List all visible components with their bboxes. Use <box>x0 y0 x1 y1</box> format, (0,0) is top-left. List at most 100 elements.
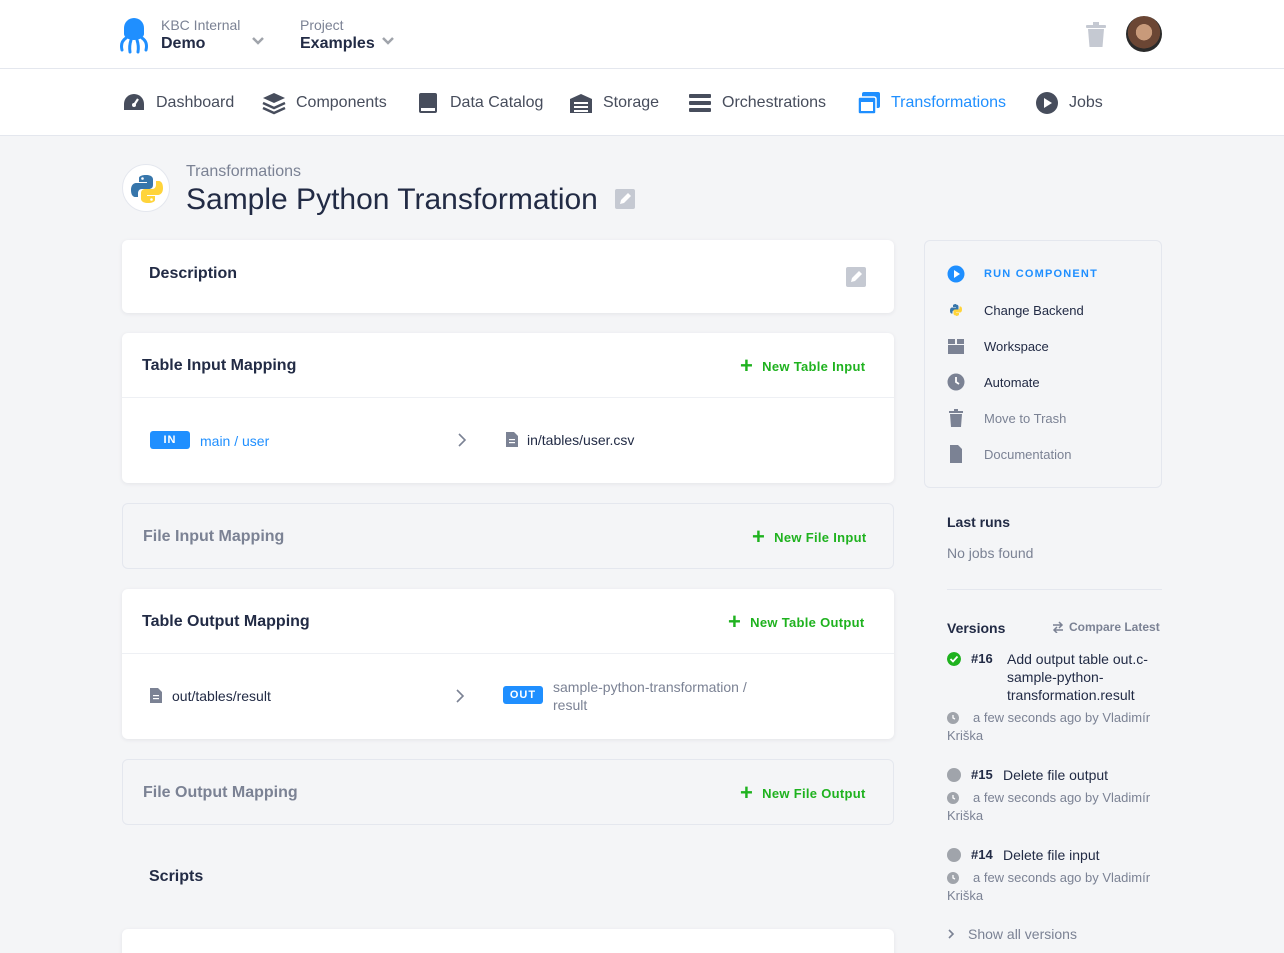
status-dot <box>947 768 961 782</box>
change-backend-label: Change Backend <box>984 302 1084 318</box>
documentation-label: Documentation <box>984 446 1072 462</box>
python-icon <box>950 304 962 316</box>
file-icon <box>150 688 162 703</box>
nav-label: Dashboard <box>156 94 235 111</box>
org-label: KBC Internal <box>161 17 241 33</box>
file-output-mapping-card: File Output Mapping + New File Output <box>122 759 894 825</box>
nav-label: Data Catalog <box>450 94 544 111</box>
trash-icon[interactable] <box>1085 22 1107 48</box>
run-component-label: RUN COMPONENT <box>984 268 1098 280</box>
org-name: Demo <box>161 35 206 52</box>
nav-label: Jobs <box>1069 94 1103 111</box>
clock-icon <box>947 712 959 724</box>
chevron-right-icon <box>456 689 465 703</box>
check-circle-icon <box>947 652 961 666</box>
version-desc: Delete file input <box>1003 847 1100 863</box>
workspace-button[interactable]: Workspace <box>947 337 1049 355</box>
warehouse-icon <box>570 94 592 113</box>
breadcrumb[interactable]: Transformations <box>186 163 301 181</box>
actions-panel: RUN COMPONENT Change Backend Workspace A… <box>924 240 1162 488</box>
move-to-trash-button[interactable]: Move to Trash <box>947 409 1066 427</box>
clock-icon <box>947 373 965 391</box>
nav-data-catalog[interactable]: Data Catalog <box>416 91 543 115</box>
divider <box>947 589 1162 590</box>
compare-latest-button[interactable]: Compare Latest <box>1052 620 1160 634</box>
chevron-down-icon[interactable] <box>381 34 395 48</box>
nav-transformations[interactable]: Transformations <box>857 91 1006 115</box>
table-output-mapping-card: Table Output Mapping + New Table Output … <box>122 589 894 739</box>
input-source-link[interactable]: main / user <box>200 433 269 449</box>
file-icon <box>950 445 962 463</box>
version-meta: a few seconds ago by Vladimír <box>973 870 1151 885</box>
run-component-button[interactable]: RUN COMPONENT <box>947 265 1098 283</box>
version-desc: transformation.result <box>1007 687 1135 703</box>
table-input-title: Table Input Mapping <box>142 357 297 374</box>
clock-icon <box>947 792 959 804</box>
version-number: #16 <box>971 651 993 666</box>
window-icon <box>857 92 880 115</box>
avatar[interactable] <box>1126 16 1162 52</box>
show-all-versions-link[interactable]: Show all versions <box>947 926 1077 942</box>
chevron-down-icon[interactable] <box>251 34 265 48</box>
nav-label: Orchestrations <box>722 94 827 111</box>
in-badge: IN <box>150 431 190 449</box>
nav-dashboard[interactable]: Dashboard <box>122 91 234 115</box>
project-label: Project <box>300 17 344 33</box>
page-title: Sample Python Transformation <box>186 183 598 216</box>
file-input-mapping-card: File Input Mapping + New File Input <box>122 503 894 569</box>
new-table-input-label: New Table Input <box>762 358 866 374</box>
last-runs-title: Last runs <box>947 514 1011 530</box>
scripts-card <box>122 929 894 953</box>
nav-orchestrations[interactable]: Orchestrations <box>688 91 826 115</box>
description-card: Description <box>122 240 894 313</box>
project-selector[interactable]: Project Examples <box>300 16 375 54</box>
chevron-right-icon <box>948 929 955 939</box>
nav-components[interactable]: Components <box>262 91 387 115</box>
trash-icon <box>949 409 963 427</box>
nav-storage[interactable]: Storage <box>569 91 659 115</box>
description-title: Description <box>149 265 238 282</box>
new-file-input-button[interactable]: + New File Input <box>752 526 866 548</box>
python-logo-icon <box>122 164 170 212</box>
file-icon <box>506 432 518 447</box>
last-runs-empty: No jobs found <box>947 545 1034 561</box>
new-file-output-button[interactable]: + New File Output <box>740 782 866 804</box>
version-number: #15 <box>971 767 993 782</box>
file-input-title: File Input Mapping <box>143 528 285 545</box>
new-file-input-label: New File Input <box>774 529 867 545</box>
top-bar: KBC Internal Demo Project Examples <box>0 0 1284 69</box>
version-desc: Delete file output <box>1003 767 1109 783</box>
workspace-label: Workspace <box>984 338 1049 354</box>
edit-icon[interactable] <box>846 267 866 287</box>
change-backend-button[interactable]: Change Backend <box>947 301 1084 319</box>
documentation-link[interactable]: Documentation <box>947 445 1071 463</box>
automate-button[interactable]: Automate <box>947 373 1040 391</box>
org-selector[interactable]: KBC Internal Demo <box>161 16 240 54</box>
version-number: #14 <box>971 847 993 862</box>
nav-jobs[interactable]: Jobs <box>1035 91 1103 115</box>
new-table-output-button[interactable]: + New Table Output <box>728 611 865 633</box>
edit-icon[interactable] <box>615 189 635 209</box>
table-output-title: Table Output Mapping <box>142 613 310 630</box>
output-source: out/tables/result <box>172 688 271 704</box>
plus-icon: + <box>728 609 742 634</box>
play-circle-icon <box>1036 92 1058 114</box>
version-desc: sample-python- <box>1007 669 1104 685</box>
output-destination-line1[interactable]: sample-python-transformation / <box>553 678 747 696</box>
dashboard-icon <box>124 94 144 110</box>
plus-icon: + <box>740 353 754 378</box>
version-author: Kriška <box>947 808 984 823</box>
version-author: Kriška <box>947 888 984 903</box>
new-table-output-label: New Table Output <box>750 614 865 630</box>
nav-label: Storage <box>603 94 660 111</box>
output-destination-line2[interactable]: result <box>553 696 587 714</box>
status-dot <box>947 848 961 862</box>
out-badge: OUT <box>503 686 543 704</box>
new-file-output-label: New File Output <box>762 785 866 801</box>
main-nav: Dashboard Components Data Catalog Storag… <box>0 69 1284 136</box>
table-input-mapping-card: Table Input Mapping + New Table Input IN… <box>122 333 894 483</box>
keboola-logo-icon[interactable] <box>118 14 150 56</box>
project-name: Examples <box>300 35 375 52</box>
new-table-input-button[interactable]: + New Table Input <box>740 355 865 377</box>
nav-label: Components <box>296 94 387 111</box>
